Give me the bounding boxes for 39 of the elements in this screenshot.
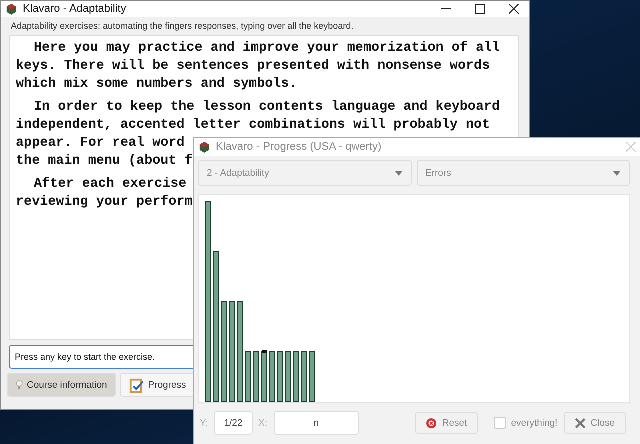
x-label: X: xyxy=(258,418,268,428)
y-label: Y: xyxy=(200,418,208,428)
chart-bar xyxy=(294,352,300,402)
chart-bar xyxy=(262,350,268,402)
progress-button[interactable]: Progress xyxy=(120,373,196,397)
lesson-text-line: keys. There will be sentences presented with nonsense words xyxy=(16,58,490,76)
checkbox-label: everything! xyxy=(511,418,558,428)
light-bulb-icon xyxy=(16,380,23,390)
chart-bar xyxy=(246,352,252,402)
chart-bar xyxy=(270,352,276,402)
chart-bar xyxy=(278,352,284,402)
lesson-text-line: appear. For real word xyxy=(16,135,185,153)
caret-icon xyxy=(613,170,621,176)
x-value-field[interactable]: n xyxy=(274,411,360,435)
lesson-text-line: In order to keep the lesson contents language and keyboard xyxy=(34,99,500,117)
window-title: Klavaro - Adaptability xyxy=(23,3,126,15)
lesson-text-line: After each exercise xyxy=(34,176,187,194)
lesson-text-line: which mix some numbers and symbols. xyxy=(16,76,298,94)
app-icon xyxy=(6,4,17,14)
y-value-field[interactable]: 1/22 xyxy=(214,411,253,435)
exercise-description: Adaptability exercises: automating the fingers responses, typing over all the keyboard. xyxy=(10,20,355,33)
lesson-text-line: Here you may practice and improve your memorization of all xyxy=(34,40,500,58)
app-icon xyxy=(199,142,210,152)
lesson-text-line: the main menu (about f xyxy=(16,153,193,171)
maximize-icon[interactable] xyxy=(475,4,485,14)
course-information-button[interactable]: Course information xyxy=(7,373,116,397)
lesson-text-line: independent, accented letter combinations will probably not xyxy=(16,117,490,135)
close-icon[interactable] xyxy=(509,4,519,14)
chart-bar xyxy=(310,352,316,402)
lesson-text-line: reviewing your perform xyxy=(16,194,193,212)
chart-bar xyxy=(302,352,308,402)
window-title: Klavaro - Progress (USA - qwerty) xyxy=(216,141,382,153)
close-icon xyxy=(574,418,586,428)
chart-bar xyxy=(286,352,292,402)
clipboard-check-icon xyxy=(129,376,144,394)
chart-bar xyxy=(254,352,260,402)
everything-checkbox[interactable] xyxy=(494,417,506,429)
caret-icon xyxy=(394,170,402,176)
reset-icon xyxy=(426,418,438,428)
